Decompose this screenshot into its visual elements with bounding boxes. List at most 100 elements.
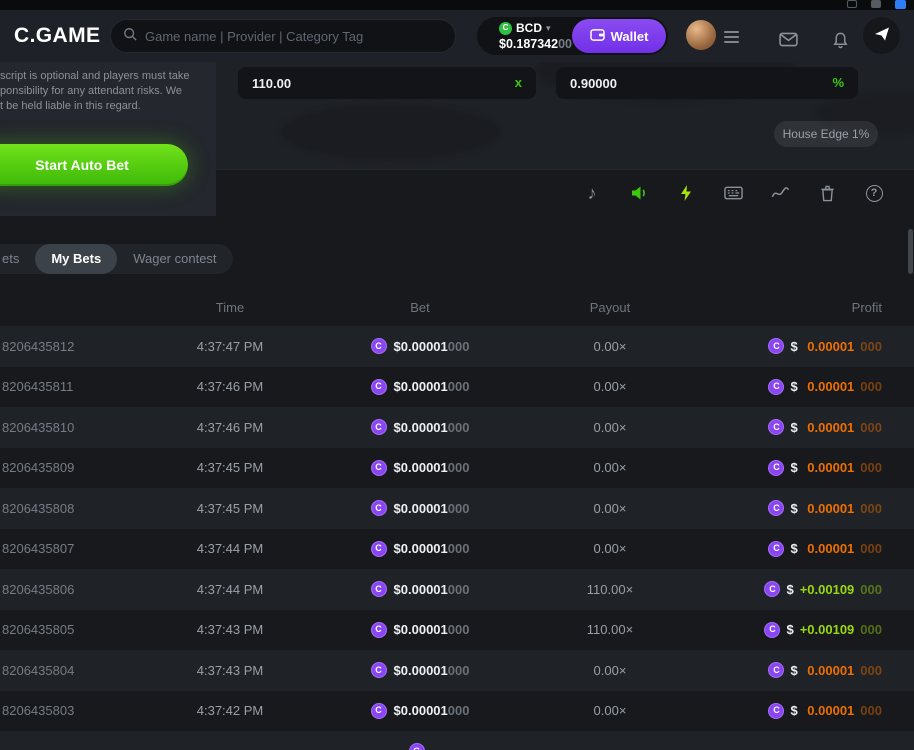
bet-amount: C $0.00001000 [310,622,530,638]
tab-wager-contest[interactable]: Wager contest [117,244,232,274]
dollar-sign: $ [786,582,793,597]
bcd-coin-icon: C [371,379,387,395]
browser-extension-icon[interactable] [871,0,881,8]
dollar-sign: $ [790,379,797,394]
hamburger-menu-icon[interactable] [724,31,739,43]
live-stats-icon[interactable] [770,183,790,203]
start-auto-bet-button[interactable]: Start Auto Bet [0,144,188,186]
table-row[interactable]: 8206435812 4:37:47 PM C $0.00001000 0.00… [0,326,914,367]
bet-profit: C $ 0.00001000 [690,703,882,719]
music-note-icon[interactable]: ♪ [582,183,602,203]
currency-selector[interactable]: C BCD ▾ $0.18734200 [477,22,572,51]
wallet-button[interactable]: Wallet [572,19,666,53]
paper-plane-icon [874,26,890,45]
bet-profit: C $+0.00109000 [690,622,882,638]
bet-amount: C [310,743,530,750]
game-search[interactable] [110,19,456,53]
bet-profit: C $ 0.00001000 [690,460,882,476]
bc-game-page: C.GAME C BCD ▾ $0.18734200 Wallet [0,0,914,750]
table-row[interactable]: 8206435809 4:37:45 PM C $0.00001000 0.00… [0,448,914,489]
bet-id: 8206435808 [0,501,150,516]
user-avatar[interactable] [686,20,716,50]
table-row[interactable]: 8206435806 4:37:44 PM C $0.00001000 110.… [0,569,914,610]
bets-tabs: ets My Bets Wager contest [0,244,233,274]
win-chance-input[interactable] [556,67,858,99]
search-input[interactable] [145,29,443,44]
game-canvas: x % House Edge 1% ♪ [216,62,914,216]
messages-button[interactable] [779,32,798,50]
bet-id: 8206435812 [0,339,150,354]
background-hill-shape [280,104,500,160]
envelope-icon [779,35,798,50]
support-chat-button[interactable] [863,17,900,54]
payout-input[interactable] [238,67,536,99]
dollar-sign: $ [790,420,797,435]
table-row[interactable]: 8206435804 4:37:43 PM C $0.00001000 0.00… [0,650,914,691]
bet-time: 4:37:45 PM [150,460,310,475]
column-time: Time [150,300,310,315]
table-row[interactable]: 8206435803 4:37:42 PM C $0.00001000 0.00… [0,691,914,732]
hotkeys-keyboard-icon[interactable] [723,183,743,203]
bet-id: 8206435811 [0,379,150,394]
bet-amount: C $0.00001000 [310,703,530,719]
bets-table-body: 8206435812 4:37:47 PM C $0.00001000 0.00… [0,326,914,750]
bet-profit: C $ 0.00001000 [690,419,882,435]
turbo-lightning-icon[interactable] [676,183,696,203]
table-row[interactable]: 8206435805 4:37:43 PM C $0.00001000 110.… [0,610,914,651]
currency-code: BCD [516,22,542,34]
wallet-icon [590,28,605,44]
help-icon[interactable]: ? [864,183,884,203]
bcd-coin-icon: C [371,662,387,678]
multiply-suffix: x [515,67,522,99]
bcd-coin-icon: C [409,743,425,750]
chevron-down-icon: ▾ [546,24,551,33]
bet-id: 8206435803 [0,703,150,718]
seed-icon[interactable] [817,183,837,203]
sound-icon[interactable] [629,183,649,203]
bet-amount: C $0.00001000 [310,419,530,435]
game-area: script is optional and players must take… [0,62,914,216]
bet-id: 8206435810 [0,420,150,435]
bet-id: 8206435807 [0,541,150,556]
tab-all-bets[interactable]: ets [0,244,35,274]
bet-controls-panel: script is optional and players must take… [0,62,216,216]
bcd-coin-icon: C [768,703,784,719]
bet-time: 4:37:43 PM [150,622,310,637]
bell-icon [832,37,849,52]
dollar-sign: $ [790,541,797,556]
table-row[interactable]: 8206435807 4:37:44 PM C $0.00001000 0.00… [0,529,914,570]
house-edge-badge: House Edge 1% [774,121,878,147]
dollar-sign: $ [790,663,797,678]
bet-amount: C $0.00001000 [310,500,530,516]
bcd-coin-icon: C [371,541,387,557]
site-logo[interactable]: C.GAME [14,24,100,48]
table-row[interactable]: 8206435811 4:37:46 PM C $0.00001000 0.00… [0,367,914,408]
game-toolbar: ♪ ? [216,169,914,216]
bet-amount: C $0.00001000 [310,662,530,678]
bet-id: 8206435806 [0,582,150,597]
bet-profit: C $ 0.00001000 [690,500,882,516]
bet-payout: 110.00× [530,622,690,637]
dollar-sign: $ [790,703,797,718]
bet-profit: C $ 0.00001000 [690,541,882,557]
search-icon [123,27,137,46]
bet-id: 8206435809 [0,460,150,475]
bcd-coin-icon: C [768,419,784,435]
bcd-coin-icon: C [768,541,784,557]
bcd-coin-icon: C [371,419,387,435]
scrollbar-thumb[interactable] [908,229,913,274]
bet-payout: 0.00× [530,703,690,718]
notifications-button[interactable] [832,31,849,52]
bet-payout: 0.00× [530,663,690,678]
browser-badge-icon[interactable] [895,0,906,9]
bet-time: 4:37:47 PM [150,339,310,354]
table-row[interactable]: 8206435808 4:37:45 PM C $0.00001000 0.00… [0,488,914,529]
bcd-coin-icon: C [371,581,387,597]
table-row[interactable]: C C $ [0,731,914,750]
table-row[interactable]: 8206435810 4:37:46 PM C $0.00001000 0.00… [0,407,914,448]
browser-titlebar [0,0,914,10]
bet-profit: C $ 0.00001000 [690,338,882,354]
browser-extension-icon[interactable] [847,0,857,8]
dollar-sign: $ [790,501,797,516]
tab-my-bets[interactable]: My Bets [35,244,117,274]
